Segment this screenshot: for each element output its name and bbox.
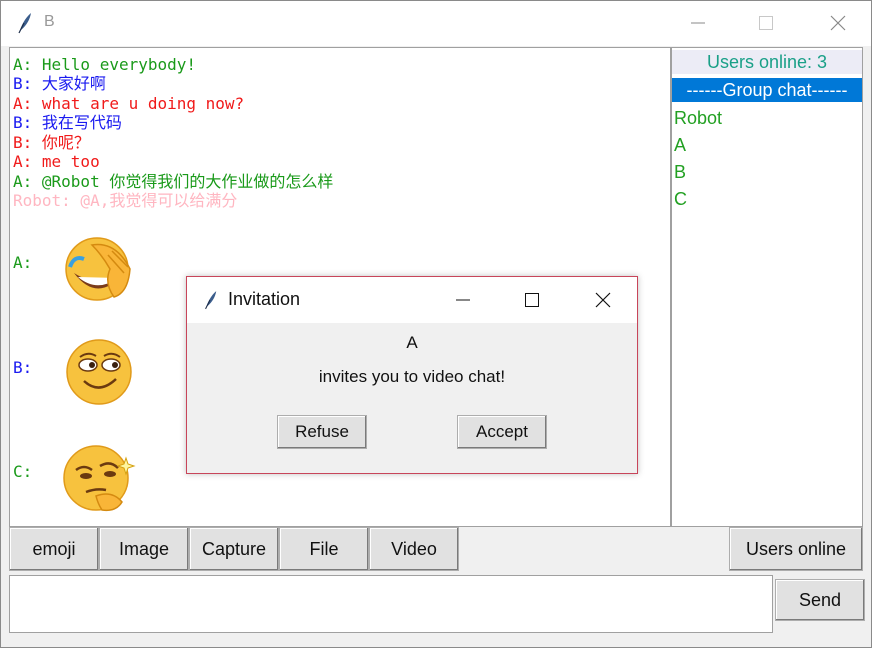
- close-icon: [830, 15, 846, 31]
- chat-message: A: what are u doing now?: [13, 94, 245, 113]
- message-input[interactable]: [9, 575, 773, 633]
- chat-message: B: 你呢？: [13, 133, 90, 152]
- accept-button[interactable]: Accept: [457, 415, 547, 449]
- emoji-sender-label: B:: [13, 358, 33, 377]
- feather-app-icon: [205, 291, 217, 310]
- maximize-icon: [759, 16, 773, 30]
- chat-message: B: 我在写代码: [13, 113, 122, 132]
- maximize-icon: [525, 293, 539, 307]
- video-button[interactable]: Video: [369, 527, 459, 571]
- user-item-a[interactable]: A: [674, 135, 686, 156]
- inviter-name: A: [406, 333, 418, 352]
- users-online-header: Users online: 3: [672, 50, 862, 74]
- user-item-robot[interactable]: Robot: [674, 108, 722, 129]
- chat-message: Robot: @A,我觉得可以给满分: [13, 191, 238, 210]
- file-button[interactable]: File: [279, 527, 369, 571]
- invitation-message: invites you to video chat!: [318, 367, 506, 386]
- users-online-list[interactable]: Users online: 3 ------Group chat------ R…: [671, 47, 863, 527]
- toolbar: emoji Image Capture File Video Users onl…: [9, 527, 865, 573]
- facepalm-laughing-emoji: [65, 237, 131, 301]
- emoji-sender-label: A:: [13, 253, 33, 272]
- chat-message: A: me too: [13, 152, 100, 171]
- maximize-button[interactable]: [743, 1, 789, 46]
- minimize-icon: [691, 22, 705, 24]
- smug-grin-emoji: [66, 339, 132, 405]
- thinking-sparkle-emoji: [63, 445, 136, 512]
- close-button[interactable]: [815, 1, 861, 46]
- emoji-button[interactable]: emoji: [9, 527, 99, 571]
- minimize-icon: [456, 299, 470, 301]
- chat-message: B: 大家好啊: [13, 74, 106, 93]
- dialog-minimize-button[interactable]: [440, 277, 486, 323]
- refuse-button[interactable]: Refuse: [277, 415, 367, 449]
- dialog-maximize-button[interactable]: [509, 277, 555, 323]
- feather-app-icon: [18, 13, 31, 34]
- title-bar[interactable]: B: [1, 1, 871, 46]
- window-title: B: [44, 13, 55, 30]
- emoji-sender-label: C:: [13, 462, 33, 481]
- send-button[interactable]: Send: [775, 579, 865, 621]
- dialog-title: Invitation: [228, 289, 301, 309]
- dialog-title-bar[interactable]: Invitation: [187, 277, 637, 323]
- image-button[interactable]: Image: [99, 527, 189, 571]
- chat-message: A: Hello everybody!: [13, 55, 197, 74]
- user-item-b[interactable]: B: [674, 162, 686, 183]
- minimize-button[interactable]: [675, 1, 721, 46]
- invitation-dialog: Invitation A invites you to video chat! …: [186, 276, 638, 474]
- capture-button[interactable]: Capture: [189, 527, 279, 571]
- users-online-button[interactable]: Users online: [729, 527, 863, 571]
- chat-message: A: @Robot 你觉得我们的大作业做的怎么样: [13, 172, 334, 191]
- dialog-close-button[interactable]: [580, 277, 626, 323]
- group-chat-item[interactable]: ------Group chat------: [672, 78, 862, 102]
- close-icon: [595, 292, 611, 308]
- user-item-c[interactable]: C: [674, 189, 687, 210]
